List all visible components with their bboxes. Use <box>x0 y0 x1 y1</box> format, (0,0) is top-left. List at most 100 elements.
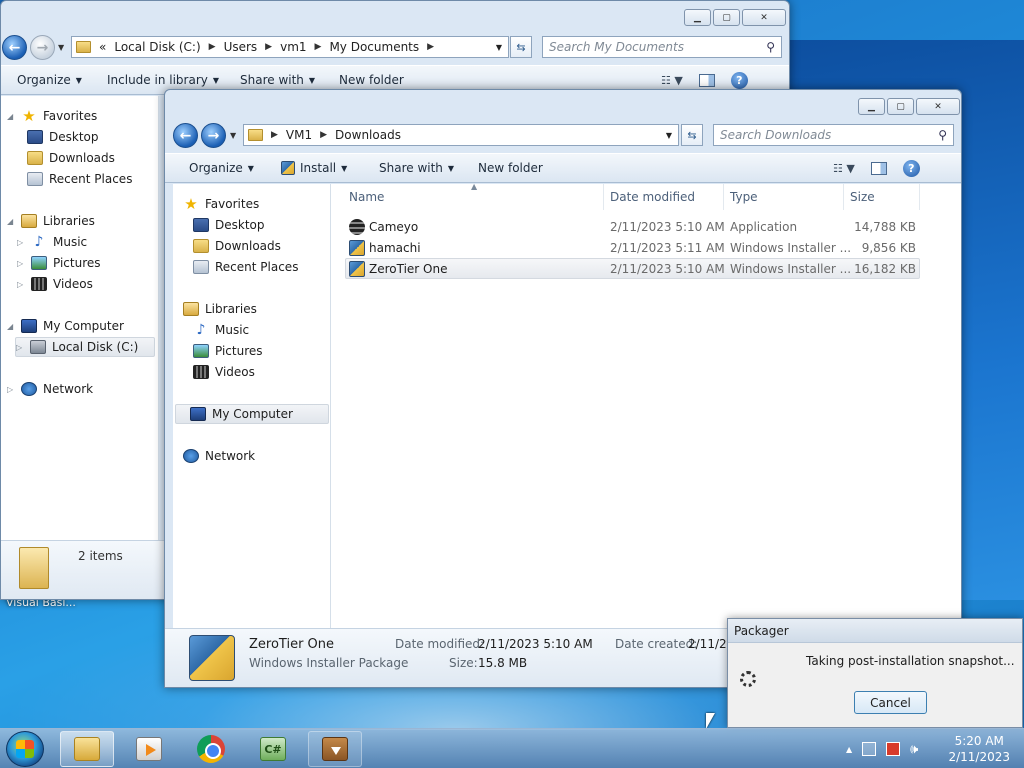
nav-desktop[interactable]: Desktop <box>27 127 99 147</box>
chevron-right-icon[interactable]: ▶ <box>315 42 322 52</box>
volume-icon[interactable]: 🕪 <box>910 742 918 757</box>
breadcrumb-downloads[interactable]: Downloads <box>335 128 401 142</box>
address-bar[interactable]: ▶ VM1 ▶ Downloads ▼ <box>243 124 679 146</box>
collapse-triangle-icon[interactable]: ▷ <box>7 385 15 394</box>
back-button[interactable]: ← <box>2 35 27 60</box>
organize-menu[interactable]: Organize ▼ <box>189 161 254 175</box>
expand-triangle-icon[interactable]: ◢ <box>7 217 15 226</box>
file-list[interactable]: ▲ Name Date modified Type Size Cameyo 2/… <box>331 182 961 628</box>
column-header-name[interactable]: Name <box>343 184 604 210</box>
chevron-right-icon[interactable]: ▶ <box>209 42 216 52</box>
column-header-type[interactable]: Type <box>724 184 844 210</box>
new-folder-button[interactable]: New folder <box>478 161 543 175</box>
file-row[interactable]: ZeroTier One 2/11/2023 5:10 AM Windows I… <box>345 258 920 279</box>
column-header-date-modified[interactable]: Date modified <box>604 184 724 210</box>
search-input[interactable]: Search My Documents ⚲ <box>542 36 782 58</box>
start-button[interactable] <box>6 731 44 767</box>
collapse-triangle-icon[interactable]: ▷ <box>16 343 24 352</box>
nav-downloads[interactable]: Downloads <box>193 236 281 256</box>
breadcrumb-users[interactable]: Users <box>224 40 258 54</box>
collapse-triangle-icon[interactable]: ▷ <box>17 259 25 268</box>
nav-pictures[interactable]: Pictures <box>193 341 263 361</box>
nav-local-disk[interactable]: ▷ Local Disk (C:) <box>15 337 155 357</box>
preview-pane-icon[interactable] <box>698 73 715 87</box>
nav-libraries[interactable]: Libraries <box>183 299 257 319</box>
install-menu[interactable]: Install ▼ <box>281 161 347 175</box>
maximize-button[interactable]: ▢ <box>713 9 740 26</box>
search-input[interactable]: Search Downloads ⚲ <box>713 124 954 146</box>
close-button[interactable]: ✕ <box>742 9 786 26</box>
action-center-flag-icon[interactable] <box>862 742 877 756</box>
back-button[interactable]: ← <box>173 123 198 148</box>
nav-my-computer[interactable]: ◢ My Computer <box>7 316 124 336</box>
taskbar-app-packager[interactable] <box>308 731 362 767</box>
forward-button[interactable]: → <box>30 35 55 60</box>
minimize-button[interactable]: ▁ <box>858 98 885 115</box>
nav-favorites[interactable]: ★ Favorites <box>183 194 259 214</box>
breadcrumb-vm1[interactable]: VM1 <box>286 128 312 142</box>
nav-music[interactable]: ▷ ♪ Music <box>17 232 87 252</box>
collapse-triangle-icon[interactable]: ▷ <box>17 238 25 247</box>
recent-pages-dropdown[interactable]: ▼ <box>58 43 64 52</box>
file-row[interactable]: Cameyo 2/11/2023 5:10 AM Application 14,… <box>345 216 920 237</box>
breadcrumb-my-documents[interactable]: My Documents <box>329 40 419 54</box>
column-header-size[interactable]: Size <box>844 184 920 210</box>
cancel-button[interactable]: Cancel <box>854 691 927 714</box>
breadcrumb-local-disk[interactable]: Local Disk (C:) <box>114 40 200 54</box>
help-icon[interactable]: ? <box>902 159 920 177</box>
nav-recent-places[interactable]: Recent Places <box>27 169 132 189</box>
address-bar[interactable]: « Local Disk (C:) ▶ Users ▶ vm1 ▶ My Doc… <box>71 36 509 58</box>
refresh-button[interactable]: ⇆ <box>510 36 532 58</box>
chevron-right-icon[interactable]: ▶ <box>427 42 434 52</box>
network-disconnected-icon[interactable] <box>886 742 901 756</box>
search-icon[interactable]: ⚲ <box>766 40 775 54</box>
explorer-window-downloads[interactable]: ▁ ▢ ✕ ← → ▼ ▶ VM1 ▶ Downloads ▼ ⇆ Search… <box>164 89 962 688</box>
nav-libraries[interactable]: ◢ Libraries <box>7 211 95 231</box>
minimize-button[interactable]: ▁ <box>684 9 711 26</box>
include-in-library-menu[interactable]: Include in library ▼ <box>107 73 219 87</box>
forward-button[interactable]: → <box>201 123 226 148</box>
close-button[interactable]: ✕ <box>916 98 960 115</box>
show-hidden-icons-arrow-icon[interactable]: ▲ <box>846 745 852 754</box>
taskbar-app-windows-explorer[interactable] <box>60 731 114 767</box>
taskbar-app-csharp[interactable]: C# <box>246 731 300 767</box>
change-view-icon[interactable]: ☷ ▼ <box>833 162 855 175</box>
nav-desktop[interactable]: Desktop <box>193 215 265 235</box>
taskbar-app-media-player[interactable] <box>122 731 176 767</box>
chevron-right-icon[interactable]: ▶ <box>265 42 272 52</box>
nav-my-computer[interactable]: My Computer <box>175 404 329 424</box>
new-folder-button[interactable]: New folder <box>339 73 404 87</box>
change-view-icon[interactable]: ☷ ▼ <box>661 74 683 87</box>
packager-dialog[interactable]: Packager Taking post-installation snapsh… <box>727 618 1023 728</box>
nav-network[interactable]: ▷ Network <box>7 379 93 399</box>
file-row[interactable]: hamachi 2/11/2023 5:11 AM Windows Instal… <box>345 237 920 258</box>
expand-triangle-icon[interactable]: ◢ <box>7 322 15 331</box>
nav-videos[interactable]: Videos <box>193 362 255 382</box>
refresh-button[interactable]: ⇆ <box>681 124 703 146</box>
chevron-right-icon[interactable]: ▶ <box>271 130 278 140</box>
share-with-menu[interactable]: Share with ▼ <box>379 161 454 175</box>
nav-downloads[interactable]: Downloads <box>27 148 115 168</box>
address-dropdown[interactable]: ▼ <box>496 43 502 52</box>
maximize-button[interactable]: ▢ <box>887 98 914 115</box>
chevron-right-icon[interactable]: ▶ <box>320 130 327 140</box>
organize-menu[interactable]: Organize ▼ <box>17 73 82 87</box>
taskbar-app-chrome[interactable] <box>184 731 238 767</box>
nav-favorites[interactable]: ◢ ★ Favorites <box>7 106 97 126</box>
breadcrumb-vm1[interactable]: vm1 <box>280 40 306 54</box>
nav-videos[interactable]: ▷ Videos <box>17 274 93 294</box>
breadcrumb-overflow[interactable]: « <box>99 40 106 54</box>
recent-pages-dropdown[interactable]: ▼ <box>230 131 236 140</box>
share-with-menu[interactable]: Share with ▼ <box>240 73 315 87</box>
nav-network[interactable]: Network <box>183 446 255 466</box>
address-dropdown[interactable]: ▼ <box>666 131 672 140</box>
nav-music[interactable]: ♪ Music <box>193 320 250 340</box>
taskbar-clock[interactable]: 5:20 AM 2/11/2023 <box>948 733 1010 765</box>
nav-pictures[interactable]: ▷ Pictures <box>17 253 101 273</box>
expand-triangle-icon[interactable]: ◢ <box>7 112 15 121</box>
nav-recent-places[interactable]: Recent Places <box>193 257 298 277</box>
preview-pane-icon[interactable] <box>870 161 887 175</box>
help-icon[interactable]: ? <box>730 71 748 89</box>
search-icon[interactable]: ⚲ <box>938 128 947 142</box>
collapse-triangle-icon[interactable]: ▷ <box>17 280 25 289</box>
